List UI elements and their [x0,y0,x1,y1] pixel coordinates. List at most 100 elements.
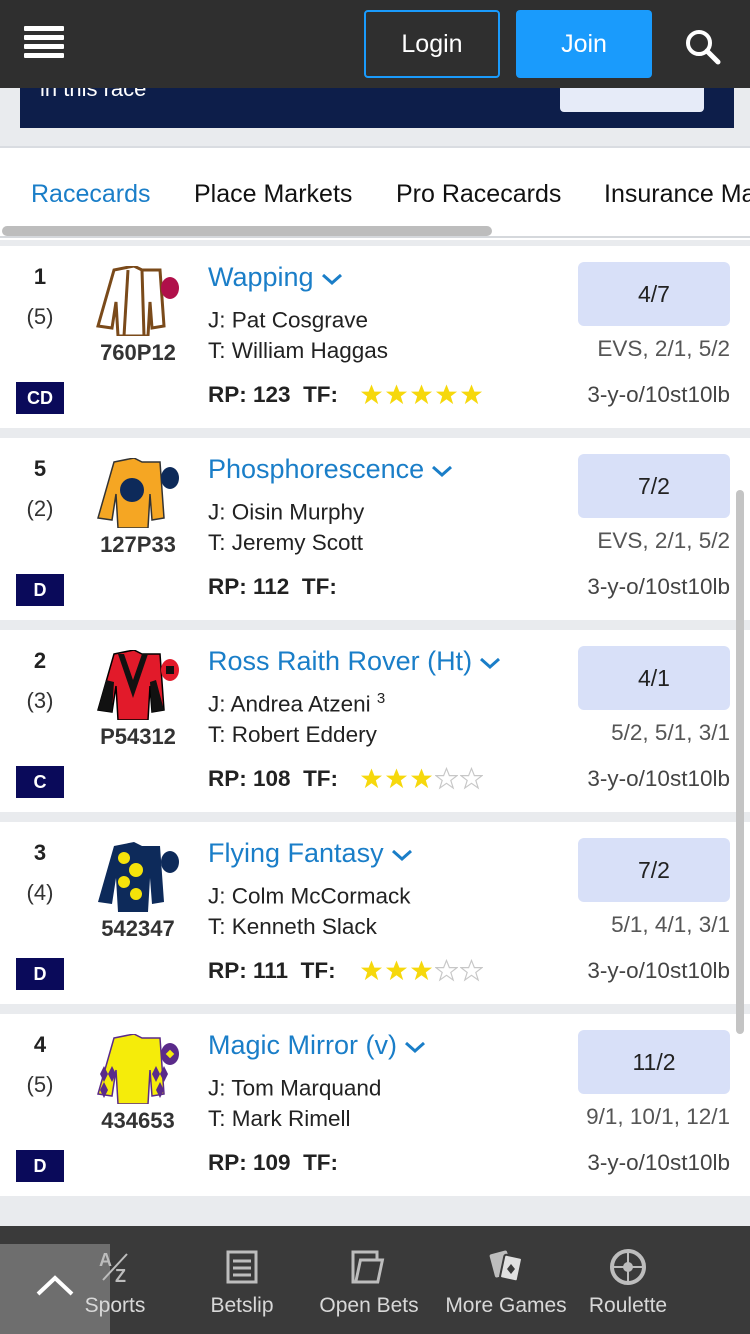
cards-icon [489,1250,523,1283]
tab-place-markets[interactable]: Place Markets [194,180,352,209]
chevron-down-icon[interactable] [478,655,502,671]
age-weight: 3-y-o/10st10lb [587,958,730,983]
previous-odds: 9/1, 10/1, 12/1 [586,1104,730,1129]
rating-row: RP: 108 TF: [208,766,338,792]
jockey-text: J: Andrea Atzeni [208,691,371,717]
search-icon[interactable] [682,26,722,66]
runner-draw: (5) [26,304,54,329]
rating-row: RP: 111 TF: [208,958,336,984]
runner-number: 4 [33,1032,47,1057]
age-weight: 3-y-o/10st10lb [587,574,730,599]
nav-label: Sports [84,1294,146,1317]
horse-name[interactable]: Ross Raith Rover (Ht) [208,646,502,677]
runner-card[interactable]: 3 (4) D 542347 Flying Fantasy J: Colm Mc… [0,822,750,1004]
login-button[interactable]: Login [364,10,500,78]
runner-draw: (5) [26,1072,54,1097]
rp-rating: RP: 108 [208,766,291,791]
previous-odds: 5/2, 5/1, 3/1 [611,720,730,745]
trainer-name: T: William Haggas [208,338,389,363]
jockey-name: J: Tom Marquand [208,1074,381,1102]
tf-label: TF: [301,574,337,599]
horse-name[interactable]: Wapping [208,262,344,293]
nav-betslip[interactable]: Betslip [200,1248,284,1318]
az-icon: AZ [99,1250,128,1286]
runner-card[interactable]: 2 (3) C P54312 Ross Raith Rover (Ht) J: … [0,630,750,812]
banner-text: in this race [40,88,147,101]
jockey-text: J: Pat Cosgrave [208,307,369,333]
page-scrollbar[interactable] [736,490,744,1034]
odds-button[interactable]: 7/2 [578,838,730,902]
join-button[interactable]: Join [516,10,652,78]
nav-sports[interactable]: AZ Sports [80,1248,150,1318]
runner-card[interactable]: 5 (2) D 127P33 Phosphorescence J: Oisin … [0,438,750,620]
tab-scrollbar[interactable] [2,226,492,236]
roulette-icon [610,1249,646,1285]
tf-label: TF: [303,1150,339,1175]
course-distance-badge: C [16,766,64,798]
previous-odds: EVS, 2/1, 5/2 [597,336,730,361]
chevron-down-icon[interactable] [320,271,344,287]
open-bets-icon [351,1250,385,1284]
horse-name[interactable]: Flying Fantasy [208,838,414,869]
jockey-silks-icon [92,457,182,529]
menu-icon[interactable] [24,26,64,60]
age-weight: 3-y-o/10st10lb [587,382,730,407]
horse-name[interactable]: Magic Mirror (v) [208,1030,427,1061]
horse-name-text: Phosphorescence [208,454,425,484]
runner-form: 542347 [101,916,175,941]
odds-button[interactable]: 11/2 [578,1030,730,1094]
runner-draw: (3) [26,688,54,713]
age-weight: 3-y-o/10st10lb [587,1150,730,1175]
runner-form: 760P12 [100,340,176,365]
runner-card[interactable]: 1 (5) CD 760P12 Wapping J: Pat Cosgrave … [0,246,750,428]
horse-name[interactable]: Phosphorescence [208,454,454,485]
jockey-name: J: Oisin Murphy [208,498,364,526]
nav-roulette[interactable]: Roulette [584,1248,672,1318]
rating-row: RP: 123 TF: [208,382,338,408]
tab-insurance-markets[interactable]: Insurance Ma [604,180,750,209]
chevron-down-icon[interactable] [390,847,414,863]
odds-button[interactable]: 4/7 [578,262,730,326]
tf-label: TF: [300,958,336,983]
betslip-icon [226,1250,258,1284]
runner-card[interactable]: 4 (5) D 434653 Magic Mirror (v) J: Tom M… [0,1014,750,1196]
jockey-claim: 3 [376,690,386,707]
svg-text:Z: Z [115,1266,126,1286]
tab-bar: Racecards Place Markets Pro Racecards In… [0,148,750,240]
tf-label: TF: [303,382,339,407]
bottom-nav: AZ Sports Betslip Open Bets More Games R… [0,1226,750,1334]
trainer-name: T: Kenneth Slack [208,914,377,939]
course-distance-badge: D [16,574,64,606]
tab-pro-racecards[interactable]: Pro Racecards [396,180,561,209]
nav-open-bets[interactable]: Open Bets [314,1248,424,1318]
tf-label: TF: [303,766,339,791]
trainer-name: T: Robert Eddery [208,722,377,747]
banner-button[interactable] [560,88,704,112]
chevron-down-icon[interactable] [430,463,454,479]
top-header: Login Join [0,0,750,88]
rp-rating: RP: 112 [208,574,290,599]
course-distance-badge: CD [16,382,64,414]
chevron-down-icon[interactable] [403,1039,427,1055]
jockey-silks-icon [92,264,182,338]
odds-button[interactable]: 4/1 [578,646,730,710]
jockey-text: J: Colm McCormack [208,883,411,909]
jockey-silks-icon [92,1033,182,1105]
odds-button[interactable]: 7/2 [578,454,730,518]
previous-odds: EVS, 2/1, 5/2 [597,528,730,553]
tf-stars [360,383,483,409]
rating-row: RP: 109 TF: [208,1150,338,1176]
tab-racecards[interactable]: Racecards [31,180,151,209]
horse-name-text: Magic Mirror (v) [208,1030,397,1060]
runner-form: P54312 [100,724,176,749]
runner-draw: (4) [26,880,54,905]
jockey-silks-icon [92,842,182,912]
nav-more-games[interactable]: More Games [440,1248,572,1318]
runner-form: 127P33 [100,532,176,557]
jockey-silks-icon [92,649,182,721]
nav-label: Betslip [210,1294,274,1317]
age-weight: 3-y-o/10st10lb [587,766,730,791]
tf-stars [360,767,483,793]
trainer-name: T: Mark Rimell [208,1106,351,1131]
runner-number: 3 [33,840,47,865]
